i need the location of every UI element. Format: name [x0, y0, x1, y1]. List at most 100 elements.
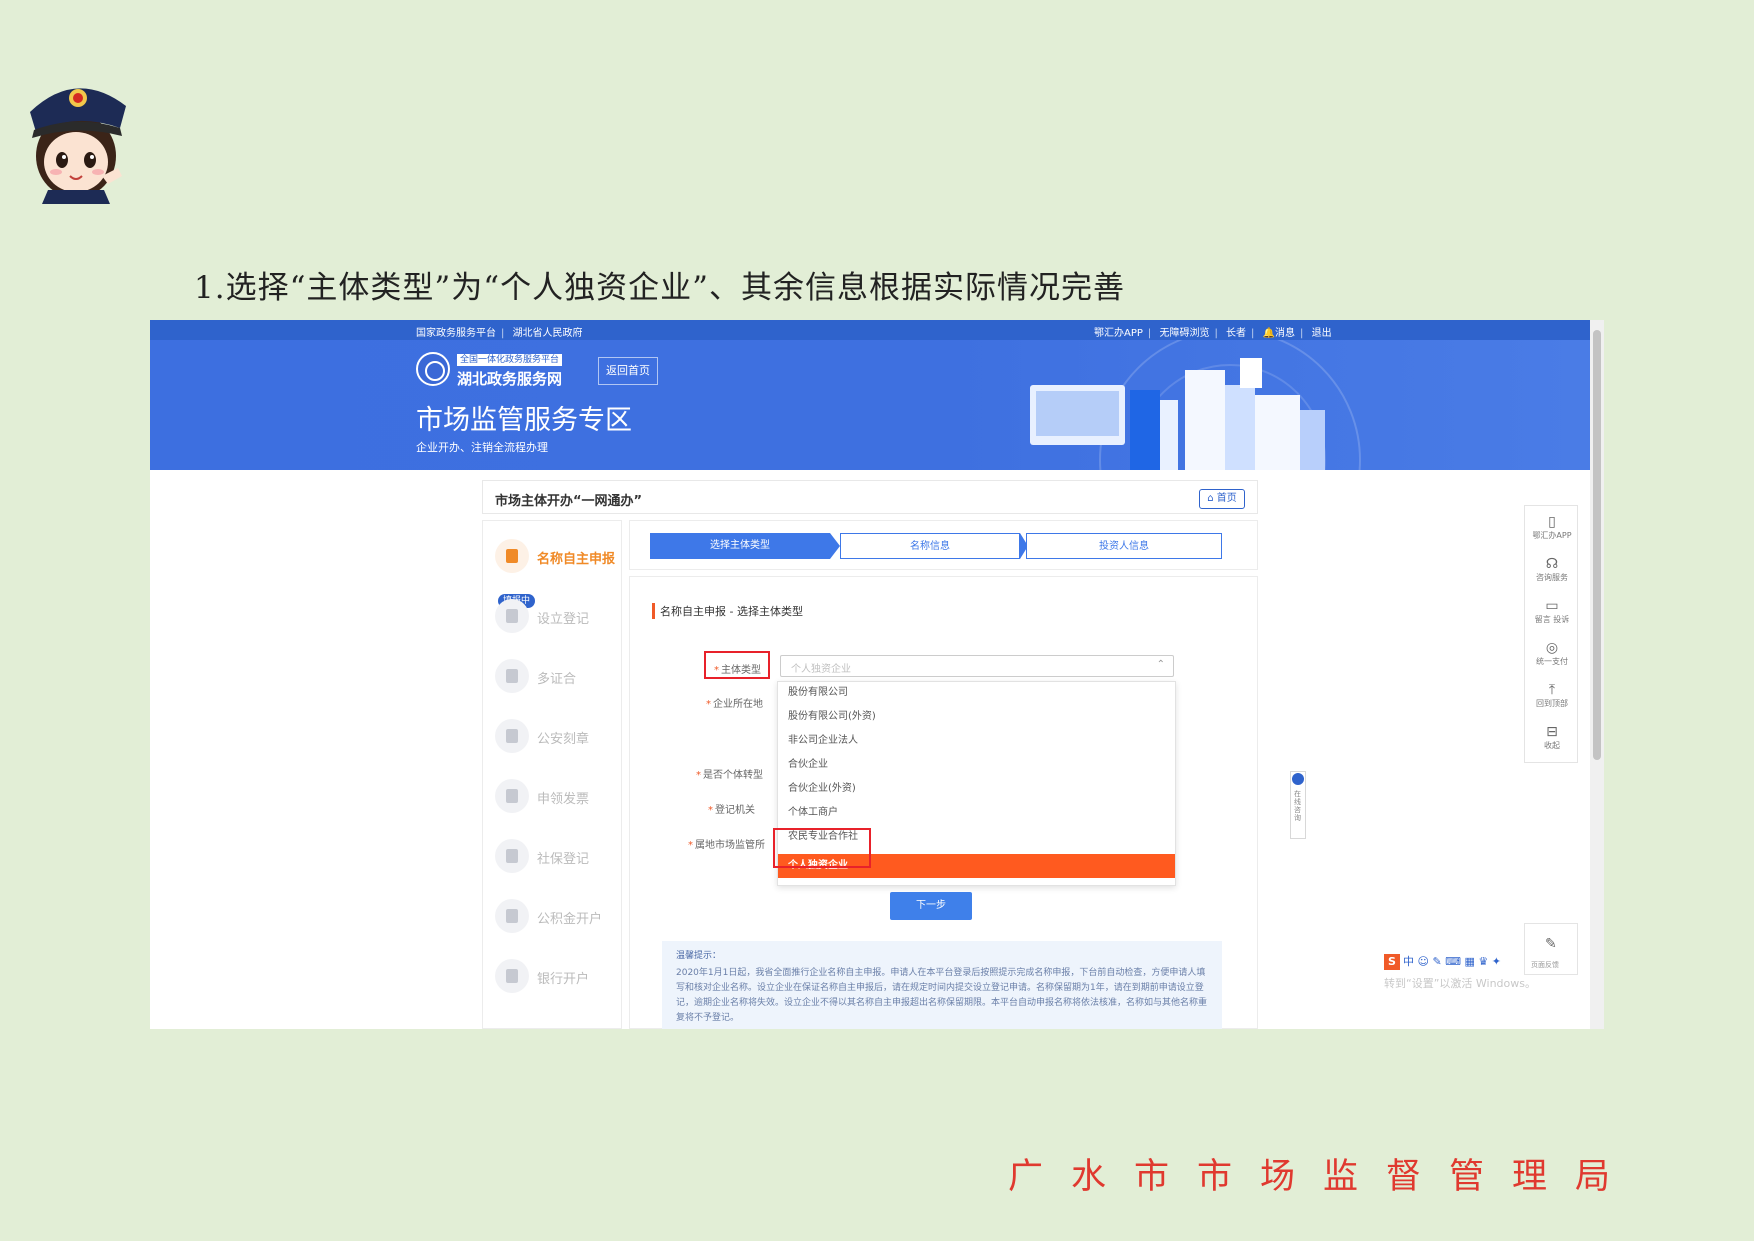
breadcrumb: 市场主体开办“一网通办” ⌂ 首页 — [482, 480, 1258, 514]
label-text: 登记机关 — [715, 805, 755, 816]
side-tab-label: 在线咨询 — [1294, 790, 1301, 822]
link-elder-mode[interactable]: 长者 — [1226, 328, 1246, 339]
nav-item-seal[interactable]: 公安刻章 — [495, 717, 621, 757]
headset-icon: ☊ — [1545, 556, 1559, 572]
toolbar-label: 鄂汇办APP — [1532, 531, 1572, 540]
nav-item-label: 设立登记 — [537, 612, 590, 627]
toolbar-label: 咨询服务 — [1536, 573, 1568, 582]
nav-item-label: 银行开户 — [537, 972, 590, 987]
invoice-icon — [495, 779, 529, 813]
step-select-type: 选择主体类型 — [650, 533, 830, 559]
next-step-button[interactable]: 下一步 — [890, 892, 972, 920]
zone-title: 市场监管服务专区 — [416, 405, 632, 436]
chat-icon — [1292, 773, 1304, 785]
step-instruction-heading: 1.选择“主体类型”为“个人独资企业”、其余信息根据实际情况完善 — [194, 270, 1125, 306]
nav-item-label: 多证合 — [537, 672, 577, 687]
option-joint-stock-foreign[interactable]: 股份有限公司(外资) — [778, 706, 1175, 728]
label-local-office: * 属地市场监管所 — [688, 840, 765, 851]
windows-activation-watermark: 转到“设置”以激活 Windows。 — [1384, 977, 1536, 990]
nav-item-label: 申领发票 — [537, 792, 590, 807]
option-partnership[interactable]: 合伙企业 — [778, 754, 1175, 776]
ime-toolbar[interactable]: S中 ☺ ✎ ⌨ ▦ ♛ ✦ — [1384, 953, 1604, 973]
back-home-button[interactable]: 返回首页 — [598, 357, 658, 385]
toolbar-label: 收起 — [1544, 741, 1560, 750]
online-consult-tab[interactable]: 在线咨询 — [1290, 771, 1306, 839]
city-illustration — [1030, 340, 1361, 470]
police-mascot-image — [30, 88, 126, 204]
toolbar-collapse[interactable]: ⊟ 收起 — [1525, 724, 1579, 751]
collapse-icon: ⊟ — [1546, 724, 1558, 740]
pay-icon: ◎ — [1545, 640, 1559, 656]
nav-item-establishment[interactable]: 设立登记 — [495, 597, 621, 637]
form-title: 名称自主申报 - 选择主体类型 — [652, 603, 803, 619]
link-national-platform[interactable]: 国家政务服务平台 — [416, 328, 496, 339]
process-sidebar: 名称自主申报 填报中 设立登记 多证合 公安刻章 申领发票 社保登记 — [482, 520, 622, 1029]
home-button-label: 首页 — [1216, 493, 1237, 504]
option-non-company[interactable]: 非公司企业法人 — [778, 730, 1175, 752]
toolbar-label: 留言 投诉 — [1534, 615, 1570, 624]
step-name-info: 名称信息 — [840, 533, 1020, 559]
highlight-box-option — [773, 828, 871, 868]
toolbar-message[interactable]: ▭ 留言 投诉 — [1525, 598, 1579, 625]
link-app[interactable]: 鄂汇办APP — [1094, 328, 1143, 339]
label-text: 企业所在地 — [713, 699, 763, 710]
select-placeholder: 个人独资企业 — [791, 664, 851, 675]
label-location: * 企业所在地 — [706, 699, 763, 710]
toolbar-label: 回到顶部 — [1536, 699, 1568, 708]
option-joint-stock[interactable]: 股份有限公司 — [778, 682, 1175, 704]
top-bar: 国家政务服务平台 | 湖北省人民政府 鄂汇办APP | 无障碍浏览 | 长者 | 🔔消息… — [150, 320, 1590, 340]
vertical-scrollbar[interactable] — [1590, 320, 1604, 1029]
up-arrow-icon: ⤒ — [1548, 682, 1556, 698]
certificate-icon — [495, 659, 529, 693]
portal-tagline: 全国一体化政务服务平台 — [457, 354, 563, 366]
right-float-toolbar: ▯ 鄂汇办APP ☊ 咨询服务 ▭ 留言 投诉 ◎ 统一支付 ⤒ 回到顶部 ⊟ 收起 — [1524, 505, 1578, 763]
stamp-icon — [495, 719, 529, 753]
link-hubei-government[interactable]: 湖北省人民政府 — [513, 328, 583, 339]
entity-type-select[interactable]: 个人独资企业 ⌃ — [780, 655, 1174, 677]
option-partnership-foreign[interactable]: 合伙企业(外资) — [778, 778, 1175, 800]
nav-item-bank-account[interactable]: 银行开户 — [495, 957, 621, 997]
nav-item-name-declaration[interactable]: 名称自主申报 — [495, 537, 621, 577]
nav-item-label: 名称自主申报 — [537, 552, 616, 567]
tips-text: 2020年1月1日起，我省全面推行企业名称自主申报。申请人在本平台登录后按照提示… — [676, 968, 1208, 1023]
organization-name: 广水市市场监督管理局 — [1008, 1157, 1639, 1197]
header-banner: 全国一体化政务服务平台 湖北政务服务网 返回首页 市场监管服务专区 企业开办、注… — [150, 340, 1590, 470]
nav-item-certificates[interactable]: 多证合 — [495, 657, 621, 697]
step-investor-info: 投资人信息 — [1026, 533, 1222, 559]
portal-emblem-icon — [416, 352, 450, 386]
tips-panel: 温馨提示： 2020年1月1日起，我省全面推行企业名称自主申报。申请人在本平台登… — [662, 941, 1222, 1029]
label-text: 属地市场监管所 — [695, 840, 765, 851]
toolbar-consult[interactable]: ☊ 咨询服务 — [1525, 556, 1579, 583]
home-button[interactable]: ⌂ 首页 — [1199, 489, 1245, 509]
bank-icon — [495, 959, 529, 993]
highlight-box-label — [704, 651, 770, 679]
toolbar-app[interactable]: ▯ 鄂汇办APP — [1525, 514, 1579, 541]
link-messages[interactable]: 消息 — [1275, 328, 1295, 339]
step-arrow — [830, 533, 840, 559]
nav-item-label: 公积金开户 — [537, 912, 603, 927]
nav-item-label: 公安刻章 — [537, 732, 590, 747]
link-accessibility[interactable]: 无障碍浏览 — [1159, 328, 1209, 339]
nav-item-label: 社保登记 — [537, 852, 590, 867]
ime-mode: 中 — [1403, 955, 1414, 968]
main-content: 市场主体开办“一网通办” ⌂ 首页 名称自主申报 填报中 设立登记 多证合 公安… — [482, 480, 1258, 1029]
bell-icon[interactable]: 🔔 — [1263, 328, 1275, 339]
nav-item-social-security[interactable]: 社保登记 — [495, 837, 621, 877]
toolbar-pay[interactable]: ◎ 统一支付 — [1525, 640, 1579, 667]
progress-steps: 选择主体类型 名称信息 投资人信息 — [629, 520, 1258, 570]
label-registration-authority: * 登记机关 — [708, 805, 755, 816]
page-title: 市场主体开办“一网通办” — [495, 494, 643, 509]
house-icon — [495, 899, 529, 933]
type-selection-form: 名称自主申报 - 选择主体类型 * 主体类型 个人独资企业 ⌃ * 企业所在地 * 是… — [629, 576, 1258, 1029]
shield-icon — [495, 839, 529, 873]
link-logout[interactable]: 退出 — [1312, 328, 1332, 339]
message-icon: ▭ — [1545, 598, 1559, 614]
nav-item-housing-fund[interactable]: 公积金开户 — [495, 897, 621, 937]
toolbar-top[interactable]: ⤒ 回到顶部 — [1525, 682, 1579, 709]
nav-item-invoice[interactable]: 申领发票 — [495, 777, 621, 817]
portal-name[interactable]: 湖北政务服务网 — [457, 368, 562, 389]
chevron-up-icon: ⌃ — [1156, 659, 1165, 670]
phone-icon: ▯ — [1548, 514, 1556, 530]
scrollbar-thumb[interactable] — [1593, 330, 1601, 760]
option-individual-business[interactable]: 个体工商户 — [778, 802, 1175, 824]
